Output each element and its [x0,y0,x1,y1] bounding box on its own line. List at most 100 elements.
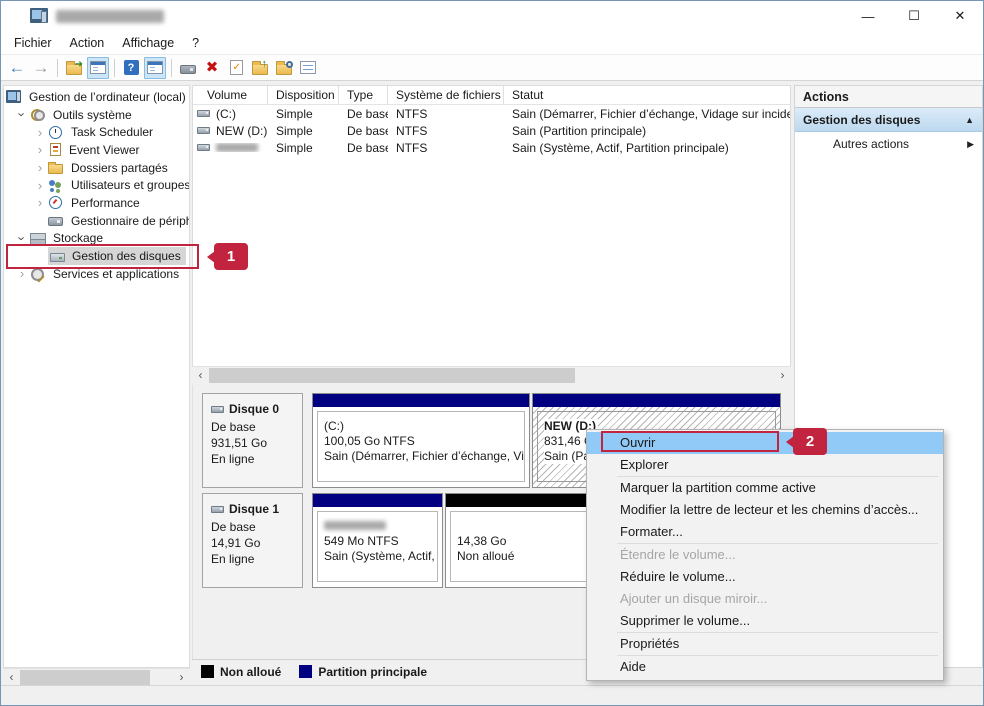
scrollbar-thumb[interactable] [209,368,575,383]
tree-item-utilisateurs-groupes[interactable]: › Utilisateurs et groupes l [4,176,189,194]
menu-item-ajouter-miroir: Ajouter un disque miroir... [587,588,943,610]
menu-item-modifier-lettre[interactable]: Modifier la lettre de lecteur et les che… [587,499,943,521]
check-document-icon[interactable] [225,57,247,79]
device-icon[interactable] [177,57,199,79]
tree-item-label: Gestionnaire de périphé [68,213,190,229]
scroll-left-icon[interactable]: ‹ [192,367,209,384]
chevron-collapsed-icon[interactable]: › [32,196,48,209]
partition-type-bar [533,394,780,407]
folder-up-icon[interactable]: ↑ [249,57,271,79]
tree-item-label: Event Viewer [66,142,142,158]
forward-icon[interactable]: → [30,57,52,79]
scroll-right-icon[interactable]: › [173,669,190,686]
menu-item-marquer-active[interactable]: Marquer la partition comme active [587,477,943,499]
tree-item-computer-management[interactable]: Gestion de l’ordinateur (local) [4,88,189,106]
menu-item-explorer[interactable]: Explorer [587,454,943,476]
menu-affichage[interactable]: Affichage [113,33,183,53]
column-header-statut[interactable]: Statut [504,86,790,104]
toolbar-separator [57,59,58,77]
volume-icon [197,144,210,151]
menu-bar: Fichier Action Affichage ? [1,31,983,54]
actions-item-autres-actions[interactable]: Autres actions ▶ [795,132,982,156]
partition-system-reserved[interactable]: 549 Mo NTFS Sain (Système, Actif, P [312,493,443,588]
menu-item-formater[interactable]: Formater... [587,521,943,543]
tree-horizontal-scrollbar[interactable]: ‹ › [3,668,190,685]
volume-row-new-d[interactable]: NEW (D:) Simple De base NTFS Sain (Parti… [193,122,790,139]
menu-action[interactable]: Action [61,33,114,53]
tree-item-event-viewer[interactable]: › Event Viewer [4,141,189,159]
disk-1-label[interactable]: Disque 1 De base 14,91 Go En ligne [202,493,303,588]
toolbar-separator [171,59,172,77]
volume-list-horizontal-scrollbar[interactable]: ‹ › [192,366,791,383]
tree-item-dossiers-partages[interactable]: › Dossiers partagés [4,159,189,177]
tree-item-label: Task Scheduler [68,124,156,140]
minimize-button[interactable]: — [845,1,891,31]
chevron-expanded-icon[interactable]: › [16,107,29,123]
delete-icon[interactable]: ✖ [201,57,223,79]
column-header-disposition[interactable]: Disposition [268,86,339,104]
menu-item-proprietes[interactable]: Propriétés [587,633,943,655]
column-header-fs[interactable]: Système de fichiers [388,86,504,104]
storage-icon [30,232,45,245]
submenu-arrow-icon: ▶ [967,139,974,150]
menu-item-aide[interactable]: Aide [587,656,943,678]
tree-item-task-scheduler[interactable]: › Task Scheduler [4,123,189,141]
menu-item-etendre-volume: Étendre le volume... [587,544,943,566]
legend-primary-swatch [299,665,312,678]
tree-item-label: Dossiers partagés [68,160,171,176]
clock-icon [48,126,63,139]
annotation-box-step2 [601,431,779,452]
chevron-collapsed-icon[interactable]: › [32,179,48,192]
scroll-right-icon[interactable]: › [774,367,791,384]
chevron-collapsed-icon[interactable]: › [32,161,48,174]
export-list-icon[interactable]: ➜ [63,57,85,79]
back-icon[interactable]: ← [6,57,28,79]
device-manager-icon [48,217,63,226]
volume-icon [197,110,210,117]
close-button[interactable]: ✕ [937,1,983,31]
column-header-type[interactable]: Type [339,86,388,104]
computer-management-window: — ☐ ✕ Fichier Action Affichage ? ← → ➜ ?… [0,0,984,706]
legend-primary-label: Partition principale [318,665,427,679]
chevron-collapsed-icon[interactable]: › [14,267,30,280]
console-tree: Gestion de l’ordinateur (local) › Outils… [3,85,190,668]
maximize-button[interactable]: ☐ [891,1,937,31]
volume-row-blurred[interactable]: Simple De base NTFS Sain (Système, Actif… [193,139,790,156]
tree-item-label: Utilisateurs et groupes l [68,177,190,193]
menu-fichier[interactable]: Fichier [5,33,61,53]
tree-item-label: Performance [68,195,143,211]
column-header-volume[interactable]: Volume [193,86,268,104]
tree-item-outils-systeme[interactable]: › Outils système [4,106,189,124]
tree-item-gestionnaire-peripheriques[interactable]: › Gestionnaire de périphé [4,212,189,230]
volume-row-c[interactable]: (C:) Simple De base NTFS Sain (Démarrer,… [193,105,790,122]
partition-c[interactable]: (C:) 100,05 Go NTFS Sain (Démarrer, Fich… [312,393,530,488]
partition-type-bar [313,394,529,407]
performance-icon [48,196,63,209]
legend-unallocated-swatch [201,665,214,678]
scroll-left-icon[interactable]: ‹ [3,669,20,686]
toolbar: ← → ➜ ? ✖ ↑ [1,54,983,81]
users-icon [48,179,63,192]
blurred-partition-name [324,521,386,530]
chevron-collapsed-icon[interactable]: › [32,126,48,139]
console-tree-icon[interactable] [87,57,109,79]
tree-item-performance[interactable]: › Performance [4,194,189,212]
computer-icon [6,90,21,103]
folder-search-icon[interactable] [273,57,295,79]
chevron-collapsed-icon[interactable]: › [32,143,48,156]
properties-icon[interactable] [297,57,319,79]
blurred-window-title [56,10,164,23]
actions-section-gestion-des-disques[interactable]: Gestion des disques ▲ [795,108,982,132]
disk-0-label[interactable]: Disque 0 De base 931,51 Go En ligne [202,393,303,488]
menu-item-supprimer-volume[interactable]: Supprimer le volume... [587,610,943,632]
toolbar-separator [114,59,115,77]
menu-item-reduire-volume[interactable]: Réduire le volume... [587,566,943,588]
scrollbar-thumb[interactable] [20,670,150,685]
tree-item-label: Outils système [50,107,135,123]
menu-help[interactable]: ? [183,33,208,53]
system-tools-icon [30,108,45,121]
collapse-icon[interactable]: ▲ [965,115,974,125]
help-icon[interactable]: ? [120,57,142,79]
show-console-icon[interactable] [144,57,166,79]
legend-unallocated-label: Non alloué [220,665,281,679]
